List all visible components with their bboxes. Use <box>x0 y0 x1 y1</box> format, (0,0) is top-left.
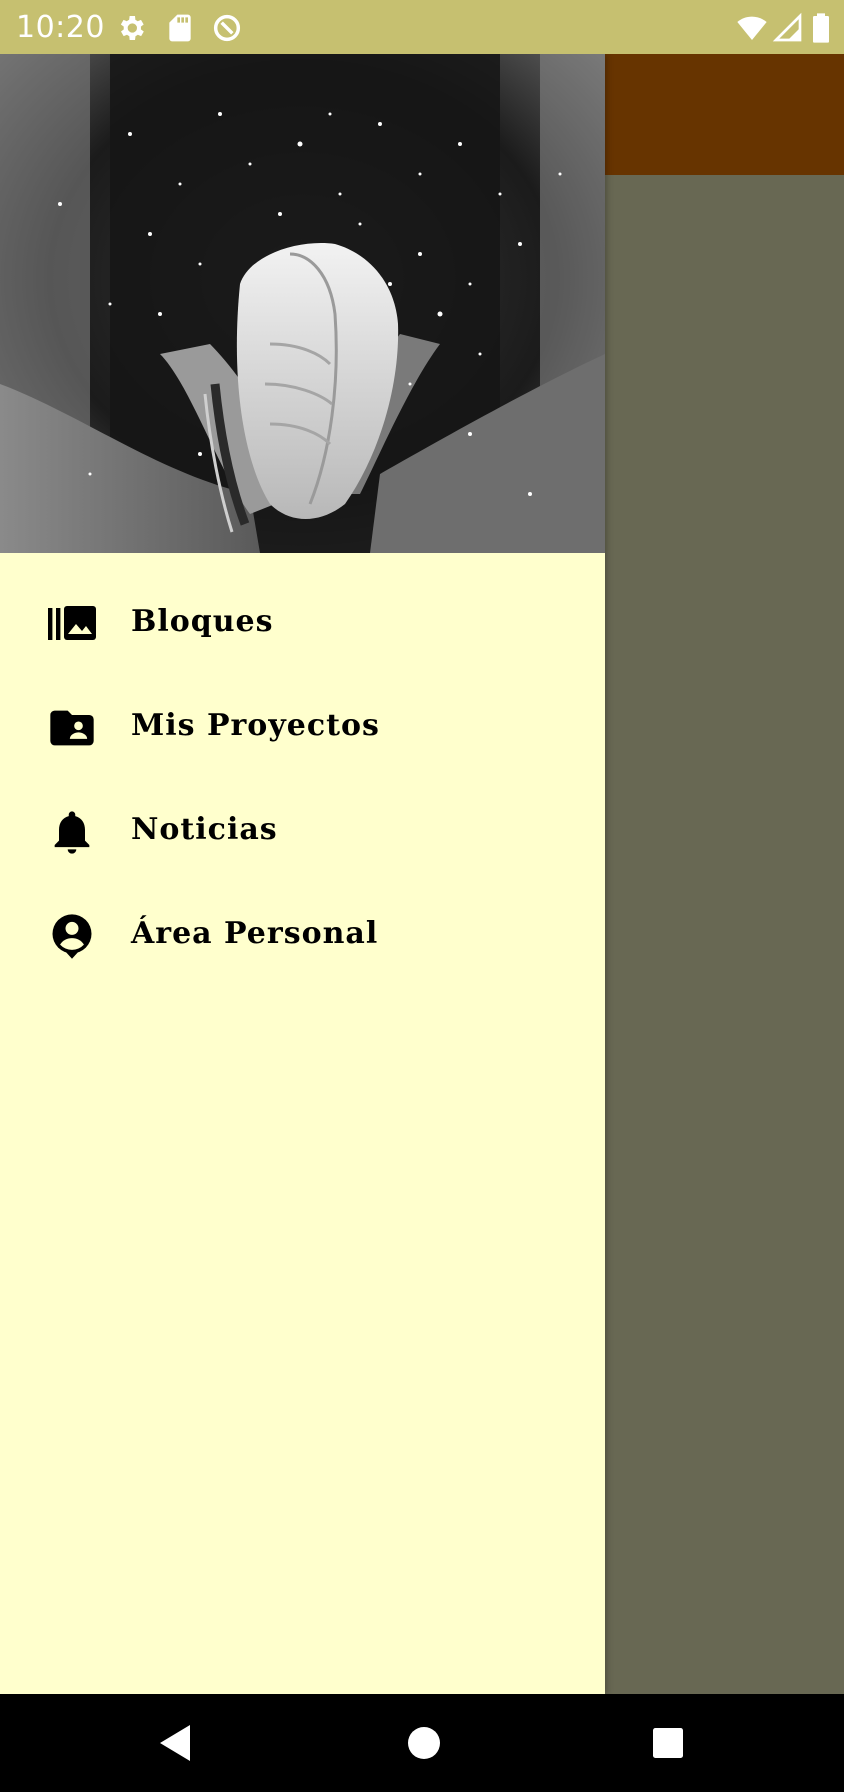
menu-label-noticias: Noticias <box>131 812 278 847</box>
recents-icon[interactable] <box>644 1719 692 1767</box>
settings-icon <box>115 12 147 44</box>
notifications-bell-icon <box>46 806 98 858</box>
menu-label-area-personal: Área Personal <box>131 916 379 951</box>
cell-signal-icon <box>772 12 804 44</box>
home-icon[interactable] <box>400 1719 448 1767</box>
back-icon[interactable] <box>152 1719 200 1767</box>
system-navigation-bar <box>0 1694 844 1792</box>
menu-label-mis-proyectos: Mis Proyectos <box>131 708 380 743</box>
status-bar: 10:20 <box>0 0 844 54</box>
drawer-menu: Bloques Mis Proyectos Noticias Área Pers… <box>0 572 605 988</box>
menu-item-area-personal[interactable]: Área Personal <box>0 884 605 988</box>
battery-icon <box>807 12 835 44</box>
folder-shared-icon <box>46 702 98 754</box>
menu-item-bloques[interactable]: Bloques <box>0 572 605 676</box>
sd-card-icon <box>164 12 196 44</box>
drawer-header-image <box>0 54 605 553</box>
wifi-icon <box>734 12 770 44</box>
account-pin-icon <box>46 910 98 962</box>
photo-library-icon <box>46 598 98 650</box>
navigation-drawer: Bloques Mis Proyectos Noticias Área Pers… <box>0 54 605 1694</box>
status-time: 10:20 <box>16 10 105 45</box>
data-saver-icon <box>211 12 243 44</box>
menu-item-noticias[interactable]: Noticias <box>0 780 605 884</box>
menu-label-bloques: Bloques <box>131 604 274 639</box>
menu-item-mis-proyectos[interactable]: Mis Proyectos <box>0 676 605 780</box>
